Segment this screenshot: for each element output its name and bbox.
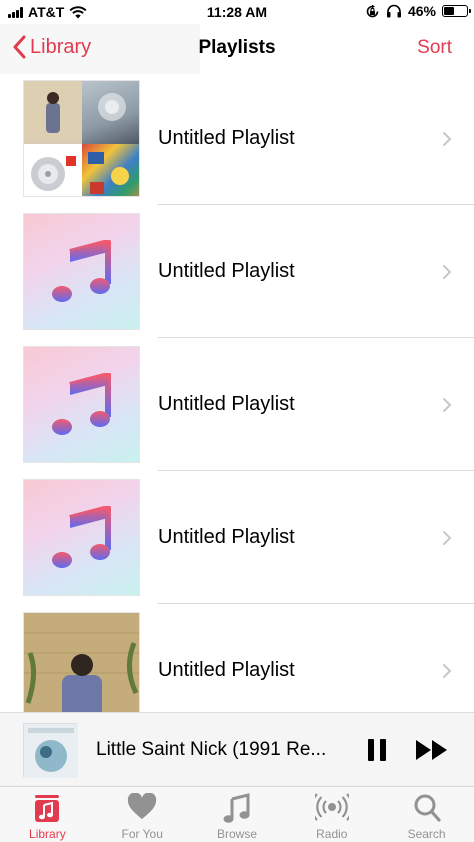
tab-radio[interactable]: Radio <box>284 787 379 842</box>
row-separator <box>158 603 474 604</box>
headphones-icon <box>386 4 401 18</box>
heart-icon <box>128 793 157 819</box>
pause-icon[interactable] <box>366 737 388 763</box>
chevron-right-icon <box>443 664 452 678</box>
playlist-name: Untitled Playlist <box>158 393 295 415</box>
collage-tile <box>82 144 139 196</box>
navigation-bar: Library Playlists Sort <box>0 24 474 74</box>
tab-browse[interactable]: Browse <box>190 787 285 842</box>
tab-label: Radio <box>316 827 348 841</box>
tab-library[interactable]: Library <box>0 787 95 842</box>
tab-label: Library <box>29 827 66 841</box>
playlist-list: Untitled Playlist Untitled Playlist Unti… <box>0 74 474 712</box>
fast-forward-icon[interactable] <box>415 739 449 761</box>
row-separator <box>158 470 474 471</box>
playlist-artwork-default <box>23 479 140 596</box>
playlist-row[interactable]: Untitled Playlist <box>0 473 474 606</box>
playlist-artwork-photo <box>23 612 140 712</box>
playlist-row[interactable]: Untitled Playlist <box>0 606 474 712</box>
music-note-icon <box>52 373 111 435</box>
sort-button[interactable]: Sort <box>417 37 452 59</box>
orientation-lock-icon <box>366 4 379 17</box>
tab-label: Browse <box>216 827 257 841</box>
playlist-artwork-default <box>23 346 140 463</box>
playlist-name: Untitled Playlist <box>158 127 295 149</box>
tab-for-you[interactable]: For You <box>95 787 190 842</box>
tab-search[interactable]: Search <box>379 787 474 842</box>
playlist-artwork-collage <box>23 80 140 197</box>
chevron-right-icon <box>443 398 452 412</box>
playlist-row[interactable]: Untitled Playlist <box>0 207 474 340</box>
playlist-name: Untitled Playlist <box>158 260 295 282</box>
library-icon <box>35 795 60 822</box>
playlist-name: Untitled Playlist <box>158 526 295 548</box>
chevron-right-icon <box>443 132 452 146</box>
chevron-right-icon <box>443 531 452 545</box>
battery-percent: 46% <box>407 3 436 19</box>
collage-tile <box>82 81 139 144</box>
playlist-artwork-default <box>23 213 140 330</box>
battery-icon <box>442 5 471 17</box>
row-separator <box>158 337 474 338</box>
music-note-icon <box>52 506 111 568</box>
collage-tile <box>24 81 82 144</box>
music-note-icon <box>223 793 250 823</box>
now-playing-title: Little Saint Nick (1991 Re... <box>96 739 327 760</box>
search-icon <box>414 794 441 822</box>
playlist-name: Untitled Playlist <box>158 659 295 681</box>
status-right: 46% <box>365 3 471 19</box>
playlist-row[interactable]: Untitled Playlist <box>0 74 474 207</box>
radio-icon <box>314 793 349 821</box>
now-playing-artwork <box>23 723 78 778</box>
tab-bar: Library For You Browse Radio Search <box>0 786 474 842</box>
battery-level <box>444 7 455 15</box>
music-note-icon <box>52 240 111 302</box>
collage-tile <box>24 144 82 196</box>
chevron-right-icon <box>443 265 452 279</box>
status-bar: AT&T 11:28 AM 46% <box>0 0 474 24</box>
playlist-row[interactable]: Untitled Playlist <box>0 340 474 473</box>
now-playing-bar[interactable]: Little Saint Nick (1991 Re... <box>0 712 474 786</box>
tab-label: Search <box>407 827 446 841</box>
tab-label: For You <box>121 827 163 841</box>
page-title: Playlists <box>198 37 276 58</box>
row-separator <box>158 204 474 205</box>
